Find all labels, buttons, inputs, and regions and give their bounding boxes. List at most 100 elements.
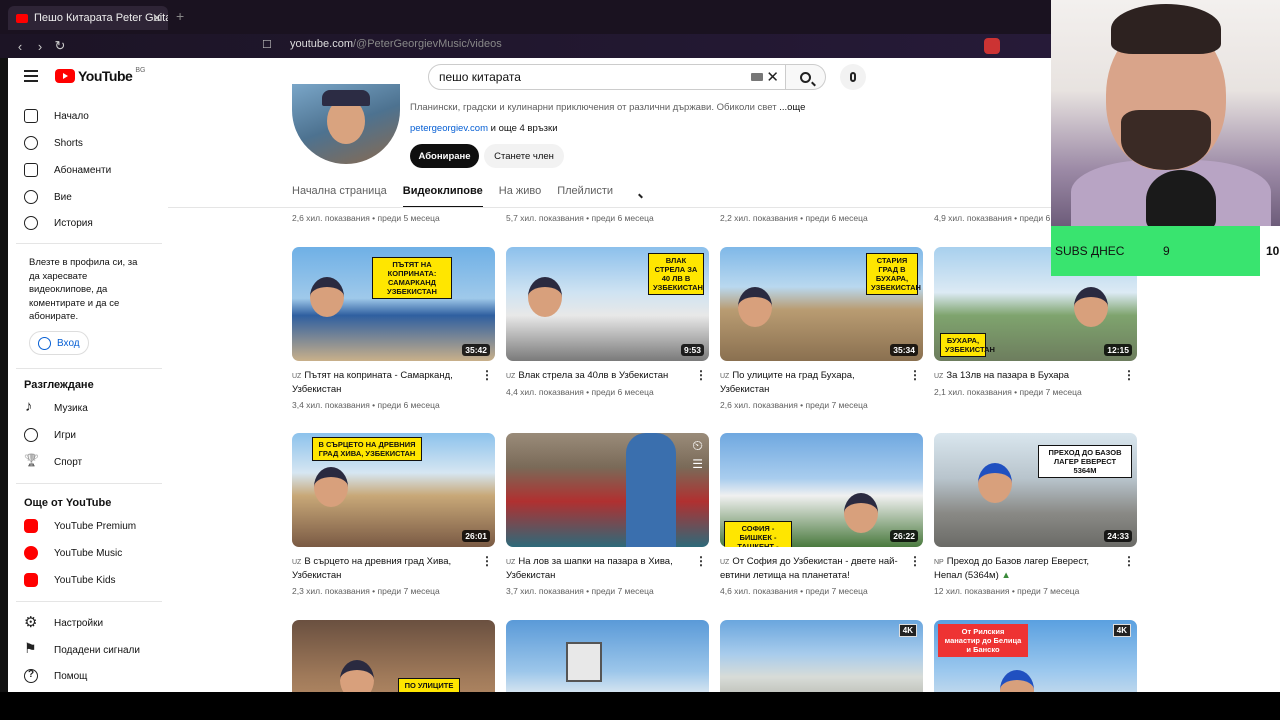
more-options-icon[interactable]: ⋮ xyxy=(695,555,707,567)
watch-later-icon[interactable]: ⏲ xyxy=(692,437,703,454)
video-card[interactable]: ⏲ ☰ UZ На лов за шапки на пазара в Хива, … xyxy=(506,433,709,596)
sidebar-item-help[interactable]: Помощ xyxy=(24,666,87,686)
close-tab-icon[interactable]: ✕ xyxy=(152,11,162,25)
sidebar-item-settings[interactable]: Настройки xyxy=(24,613,103,633)
thumbnail-person xyxy=(978,463,1012,503)
tab-home[interactable]: Начална страница xyxy=(292,182,387,208)
video-title[interactable]: UZ Пътят на коприната - Самарканд, Узбеки… xyxy=(292,369,495,396)
channel-avatar[interactable] xyxy=(292,84,400,164)
sidebar-item-kids[interactable]: YouTube Kids xyxy=(24,570,116,590)
video-thumbnail[interactable]: СОФИЯ - БИШКЕК - ТАШКЕНТ - ХИВА 26:22 xyxy=(720,433,923,547)
video-thumbnail[interactable]: ПЪТЯТ НА КОПРИНАТА: САМАРКАНД УЗБЕКИСТАН… xyxy=(292,247,495,361)
add-to-queue-icon[interactable]: ☰ xyxy=(692,457,703,471)
search-input[interactable]: пешо китарата ✕ xyxy=(428,64,786,90)
sidebar-item-report[interactable]: Подадени сигнали xyxy=(24,640,140,660)
sidebar-item-premium[interactable]: YouTube Premium xyxy=(24,516,136,536)
video-card[interactable]: ПО УЛИЦИТЕ НА xyxy=(292,620,495,692)
thumbnail-person xyxy=(314,467,348,507)
thumbnail-person xyxy=(340,660,374,692)
search-button[interactable] xyxy=(786,64,826,90)
thumbnail-person xyxy=(528,277,562,317)
sidebar-item-history[interactable]: История xyxy=(24,213,93,233)
more-options-icon[interactable]: ⋮ xyxy=(909,555,921,567)
subscriptions-icon xyxy=(24,163,38,177)
video-card[interactable]: СТАРИЯ ГРАД В БУХАРА, УЗБЕКИСТАН 35:34 U… xyxy=(720,247,923,410)
channel-link[interactable]: petergeorgiev.com xyxy=(410,123,488,134)
region-code: BG xyxy=(135,66,146,74)
video-title[interactable]: UZ Влак стрела за 40лв в Узбекистан ⋮ xyxy=(506,369,709,383)
video-title-text: От София до Узбекистан - двете най-евтин… xyxy=(720,556,898,581)
video-title[interactable]: UZ По улиците на град Бухара, Узбекистан ⋮ xyxy=(720,369,923,396)
video-card[interactable]: СОФИЯ - БИШКЕК - ТАШКЕНТ - ХИВА 26:22 UZ… xyxy=(720,433,923,596)
language-badge: NP xyxy=(934,559,944,566)
subs-label: SUBS ДНЕС xyxy=(1055,244,1125,258)
search-icon xyxy=(800,71,811,83)
video-thumbnail[interactable]: В СЪРЦЕТО НА ДРЕВНИЯ ГРАД ХИВА, УЗБЕКИСТ… xyxy=(292,433,495,547)
video-title[interactable]: UZ За 13лв на пазара в Бухара ⋮ xyxy=(934,369,1137,383)
extension-icon[interactable] xyxy=(984,38,1000,54)
video-thumbnail[interactable]: ⏲ ☰ xyxy=(506,433,709,547)
browser-tab[interactable]: Пешо Китарата Peter Guitar Tra ✕ xyxy=(8,6,168,30)
new-tab-icon[interactable]: + xyxy=(176,8,184,24)
login-button[interactable]: Вход xyxy=(29,331,89,355)
reload-icon[interactable]: ↻ xyxy=(50,38,70,54)
subscribe-button[interactable]: Абониране xyxy=(410,144,479,168)
bookmark-icon[interactable]: ☐ xyxy=(262,38,272,51)
history-icon xyxy=(24,216,38,230)
video-thumbnail[interactable] xyxy=(506,620,709,692)
sidebar-item-home[interactable]: Начало xyxy=(24,106,89,126)
microphone-icon xyxy=(850,72,856,82)
sidebar-item-subscriptions[interactable]: Абонаменти xyxy=(24,160,111,180)
youtube-logo[interactable]: YouTube BG xyxy=(55,66,146,84)
more-options-icon[interactable]: ⋮ xyxy=(695,369,707,381)
sidebar-item-music-app[interactable]: YouTube Music xyxy=(24,543,122,563)
join-button[interactable]: Станете член xyxy=(484,144,564,168)
more-options-icon[interactable]: ⋮ xyxy=(481,555,493,567)
channel-search-icon[interactable] xyxy=(629,186,643,200)
video-thumbnail[interactable]: СТАРИЯ ГРАД В БУХАРА, УЗБЕКИСТАН 35:34 xyxy=(720,247,923,361)
video-thumbnail[interactable]: ПО УЛИЦИТЕ НА xyxy=(292,620,495,692)
sidebar-item-shorts[interactable]: Shorts xyxy=(24,133,83,153)
video-thumbnail[interactable]: От Рилския манастир до Белица и Банско 4… xyxy=(934,620,1137,692)
tab-playlists[interactable]: Плейлисти xyxy=(557,182,613,208)
more-options-icon[interactable]: ⋮ xyxy=(481,369,493,381)
more-options-icon[interactable]: ⋮ xyxy=(1123,369,1135,381)
more-options-icon[interactable]: ⋮ xyxy=(1123,555,1135,567)
more-links[interactable]: и още 4 връзки xyxy=(491,123,558,134)
menu-icon[interactable] xyxy=(24,70,38,82)
keyboard-icon[interactable] xyxy=(751,73,763,81)
video-card[interactable]: ПРЕХОД ДО БАЗОВ ЛАГЕР ЕВЕРЕСТ 5364М 24:3… xyxy=(934,433,1137,596)
video-card[interactable]: 4K xyxy=(720,620,923,692)
back-icon[interactable]: ‹ xyxy=(10,39,30,54)
video-thumbnail[interactable]: 4K xyxy=(720,620,923,692)
sidebar-item-gaming[interactable]: Игри xyxy=(24,425,76,445)
video-thumbnail[interactable]: ВЛАК СТРЕЛА ЗА 40 ЛВ В УЗБЕКИСТАН 9:53 xyxy=(506,247,709,361)
sidebar-item-sports[interactable]: Спорт xyxy=(24,452,82,472)
sidebar-item-music[interactable]: Музика xyxy=(24,398,88,418)
forward-icon[interactable]: › xyxy=(30,39,50,54)
voice-search-button[interactable] xyxy=(840,64,866,90)
clear-search-icon[interactable]: ✕ xyxy=(766,68,779,86)
thumbnail-caption: ВЛАК СТРЕЛА ЗА 40 ЛВ В УЗБЕКИСТАН xyxy=(648,253,704,295)
channel-description[interactable]: Планински, градски и кулинарни приключен… xyxy=(410,102,805,113)
more-options-icon[interactable]: ⋮ xyxy=(909,369,921,381)
description-text: Планински, градски и кулинарни приключен… xyxy=(410,102,777,113)
video-title[interactable]: NP Преход до Базов лагер Еверест, Непал (… xyxy=(934,555,1137,582)
video-title-text: Пътят на коприната - Самарканд, Узбекист… xyxy=(292,370,453,395)
tab-live[interactable]: На живо xyxy=(499,182,541,208)
address-bar[interactable]: youtube.com/@PeterGeorgievMusic/videos xyxy=(290,38,502,50)
video-title[interactable]: UZ В сърцето на древния град Хива, Узбеки… xyxy=(292,555,495,582)
sidebar-item-you[interactable]: Вие xyxy=(24,187,72,207)
video-card[interactable]: В СЪРЦЕТО НА ДРЕВНИЯ ГРАД ХИВА, УЗБЕКИСТ… xyxy=(292,433,495,596)
video-title[interactable]: UZ От София до Узбекистан - двете най-евт… xyxy=(720,555,923,582)
tab-videos[interactable]: Видеоклипове xyxy=(402,182,483,208)
video-card[interactable]: ВЛАК СТРЕЛА ЗА 40 ЛВ В УЗБЕКИСТАН 9:53 U… xyxy=(506,247,709,397)
logo-text: YouTube xyxy=(78,68,133,84)
video-thumbnail[interactable]: ПРЕХОД ДО БАЗОВ ЛАГЕР ЕВЕРЕСТ 5364М 24:3… xyxy=(934,433,1137,547)
video-title[interactable]: UZ На лов за шапки на пазара в Хива, Узбе… xyxy=(506,555,709,582)
video-card[interactable] xyxy=(506,620,709,692)
video-card[interactable]: ПЪТЯТ НА КОПРИНАТА: САМАРКАНД УЗБЕКИСТАН… xyxy=(292,247,495,410)
video-card[interactable]: От Рилския манастир до Белица и Банско 4… xyxy=(934,620,1137,692)
description-more[interactable]: ...още xyxy=(779,102,805,113)
video-title-text: Влак стрела за 40лв в Узбекистан xyxy=(518,370,669,381)
